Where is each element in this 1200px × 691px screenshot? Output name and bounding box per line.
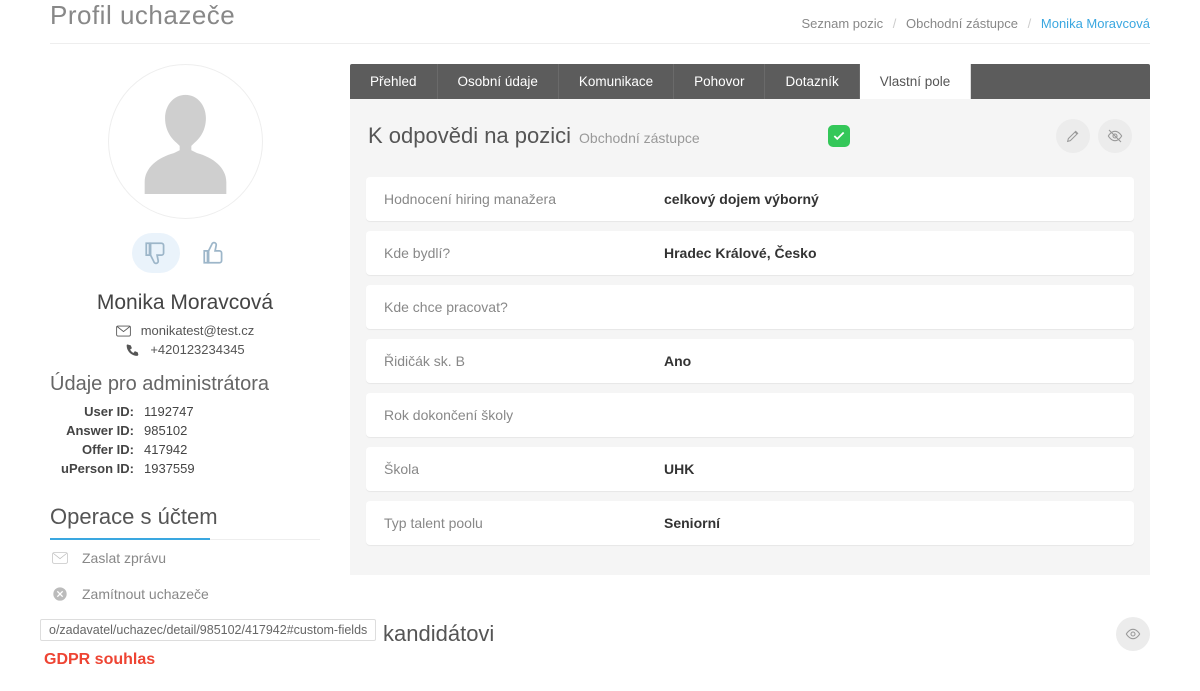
field-label: Typ talent poolu (384, 515, 664, 531)
avatar (108, 64, 263, 219)
admin-label: uPerson ID: (54, 461, 134, 476)
candidate-email-row: monikatest@test.cz (50, 323, 320, 338)
person-icon (138, 89, 233, 194)
op-reject-candidate[interactable]: Zamítnout uchazeče (50, 576, 320, 612)
thumbs-up-button[interactable] (190, 233, 238, 273)
candidate-phone[interactable]: +420123234345 (150, 342, 244, 357)
page-title: Profil uchazeče (50, 0, 235, 31)
field-row[interactable]: Kde bydlí? Hradec Králové, Česko (366, 231, 1134, 275)
tab-interview[interactable]: Pohovor (674, 64, 765, 99)
browser-status-url: o/zadavatel/uchazec/detail/985102/417942… (40, 619, 376, 641)
field-label: Škola (384, 461, 664, 477)
candidate-name: Monika Moravcová (50, 291, 320, 315)
field-row[interactable]: Řidičák sk. B Ano (366, 339, 1134, 383)
candidate-email[interactable]: monikatest@test.cz (141, 323, 255, 338)
candidate-phone-row: +420123234345 (50, 342, 320, 357)
eye-off-icon (1107, 128, 1123, 144)
gdpr-consent-label: GDPR souhlas (44, 651, 155, 669)
hide-button[interactable] (1098, 119, 1132, 153)
field-row[interactable]: Kde chce pracovat? (366, 285, 1134, 329)
check-icon (832, 129, 846, 143)
admin-id-grid: User ID: 1192747 Answer ID: 985102 Offer… (50, 404, 320, 476)
admin-value: 985102 (144, 423, 320, 438)
admin-label: User ID: (54, 404, 134, 419)
tab-questionnaire[interactable]: Dotazník (765, 64, 859, 99)
field-row[interactable]: Škola UHK (366, 447, 1134, 491)
field-label: Kde chce pracovat? (384, 299, 664, 315)
field-row[interactable]: Hodnocení hiring manažera celkový dojem … (366, 177, 1134, 221)
tab-custom-fields[interactable]: Vlastní pole (860, 64, 972, 99)
field-label: Kde bydlí? (384, 245, 664, 261)
mail-icon (52, 550, 68, 566)
thumbs-down-button[interactable] (132, 233, 180, 273)
field-value: celkový dojem výborný (664, 191, 819, 207)
breadcrumb-positions[interactable]: Seznam pozic (801, 16, 883, 31)
field-label: Rok dokončení školy (384, 407, 664, 423)
admin-label: Answer ID: (54, 423, 134, 438)
field-value: Hradec Králové, Česko (664, 245, 817, 261)
breadcrumb-candidate[interactable]: Monika Moravcová (1041, 16, 1150, 31)
op-label: Zaslat zprávu (82, 550, 166, 566)
tab-personal[interactable]: Osobní údaje (438, 64, 559, 99)
reject-icon (52, 586, 68, 602)
admin-heading: Údaje pro administrátora (50, 373, 320, 396)
operations-heading: Operace s účtem (50, 504, 320, 540)
eye-icon (1125, 626, 1141, 642)
thumbs-down-icon (143, 240, 169, 266)
tabs: Přehled Osobní údaje Komunikace Pohovor … (350, 64, 1150, 99)
field-row[interactable]: Typ talent poolu Seniorní (366, 501, 1134, 545)
answers-title: K odpovědi na pozici (368, 123, 571, 149)
phone-icon (125, 343, 140, 357)
answers-subtitle: Obchodní zástupce (579, 130, 700, 146)
field-value: UHK (664, 461, 694, 477)
thumbs-up-icon (201, 240, 227, 266)
admin-value: 1937559 (144, 461, 320, 476)
field-value: Seniorní (664, 515, 720, 531)
admin-value: 1192747 (144, 404, 320, 419)
admin-value: 417942 (144, 442, 320, 457)
field-row[interactable]: Rok dokončení školy (366, 393, 1134, 437)
tab-communication[interactable]: Komunikace (559, 64, 674, 99)
mail-icon (116, 324, 131, 338)
pencil-icon (1065, 128, 1081, 144)
field-label: Hodnocení hiring manažera (384, 191, 664, 207)
view-button[interactable] (1116, 617, 1150, 651)
edit-button[interactable] (1056, 119, 1090, 153)
breadcrumb: Seznam pozic / Obchodní zástupce / Monik… (801, 16, 1150, 31)
breadcrumb-offer[interactable]: Obchodní zástupce (906, 16, 1018, 31)
tab-overview[interactable]: Přehled (350, 64, 438, 99)
op-label: Zamítnout uchazeče (82, 586, 209, 602)
field-label: Řidičák sk. B (384, 353, 664, 369)
field-value: Ano (664, 353, 691, 369)
op-send-message[interactable]: Zaslat zprávu (50, 540, 320, 576)
status-ok-badge (828, 125, 850, 147)
admin-label: Offer ID: (54, 442, 134, 457)
